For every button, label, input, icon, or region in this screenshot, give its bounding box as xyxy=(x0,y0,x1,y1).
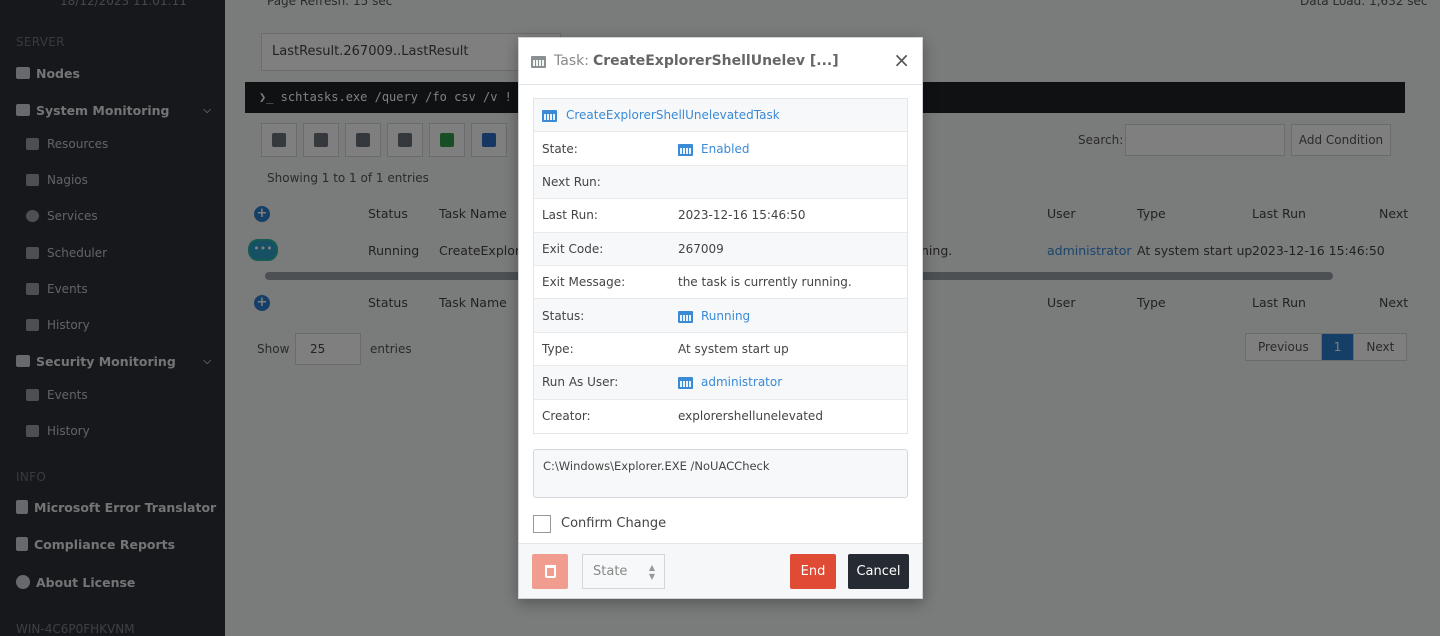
exit-message-value: the task is currently running. xyxy=(678,275,852,290)
detail-row-run-as-user: Run As User: administrator xyxy=(534,366,907,400)
confirm-change-row[interactable]: Confirm Change xyxy=(533,514,908,533)
detail-row-status: Status: Running xyxy=(534,299,907,333)
calendar-icon xyxy=(542,108,557,123)
dialog-header: Task: CreateExplorerShellUnelev [...] × xyxy=(519,38,922,85)
calendar-icon xyxy=(678,142,693,156)
dialog-title-prefix: Task: xyxy=(554,53,589,69)
cancel-button[interactable]: Cancel xyxy=(848,554,909,589)
state-select[interactable]: State ▲ ▼ xyxy=(582,554,665,589)
task-details-table: CreateExplorerShellUnelevatedTask State:… xyxy=(533,98,908,434)
trash-icon xyxy=(544,565,556,578)
state-select-placeholder: State xyxy=(593,564,628,579)
detail-row-next-run: Next Run: xyxy=(534,165,907,200)
exit-code-value: 267009 xyxy=(678,241,724,256)
type-value: At system start up xyxy=(678,341,789,356)
task-name-row[interactable]: CreateExplorerShellUnelevatedTask xyxy=(534,99,907,133)
task-name-link[interactable]: CreateExplorerShellUnelevatedTask xyxy=(566,108,780,122)
end-button[interactable]: End xyxy=(790,554,836,589)
dialog-footer: State ▲ ▼ End Cancel xyxy=(519,543,922,598)
delete-button[interactable] xyxy=(532,554,568,589)
command-textarea[interactable]: C:\Windows\Explorer.EXE /NoUACCheck xyxy=(533,448,908,498)
detail-row-type: Type: At system start up xyxy=(534,333,907,367)
task-dialog: Task: CreateExplorerShellUnelev [...] × … xyxy=(518,37,923,599)
dialog-title: CreateExplorerShellUnelev [...] xyxy=(592,53,839,69)
confirm-change-label: Confirm Change xyxy=(561,516,667,532)
detail-row-exit-code: Exit Code: 267009 xyxy=(534,232,907,266)
detail-row-exit-message: Exit Message: the task is currently runn… xyxy=(534,266,907,300)
calendar-icon xyxy=(678,375,693,390)
creator-value: explorershellunelevated xyxy=(678,409,823,424)
close-icon[interactable]: × xyxy=(893,48,910,72)
state-value[interactable]: Enabled xyxy=(701,142,750,156)
last-run-value: 2023-12-16 15:46:50 xyxy=(678,208,806,223)
detail-row-last-run: Last Run: 2023-12-16 15:46:50 xyxy=(534,199,907,233)
detail-row-creator: Creator: explorershellunelevated xyxy=(542,409,823,424)
status-value[interactable]: Running xyxy=(701,309,750,323)
confirm-change-checkbox[interactable] xyxy=(533,514,551,533)
calendar-icon xyxy=(531,54,546,68)
detail-row-state: State: Enabled xyxy=(534,132,907,166)
run-as-user-value[interactable]: administrator xyxy=(701,375,782,389)
sort-arrows-icon: ▲ ▼ xyxy=(648,563,655,581)
calendar-icon xyxy=(678,309,693,323)
